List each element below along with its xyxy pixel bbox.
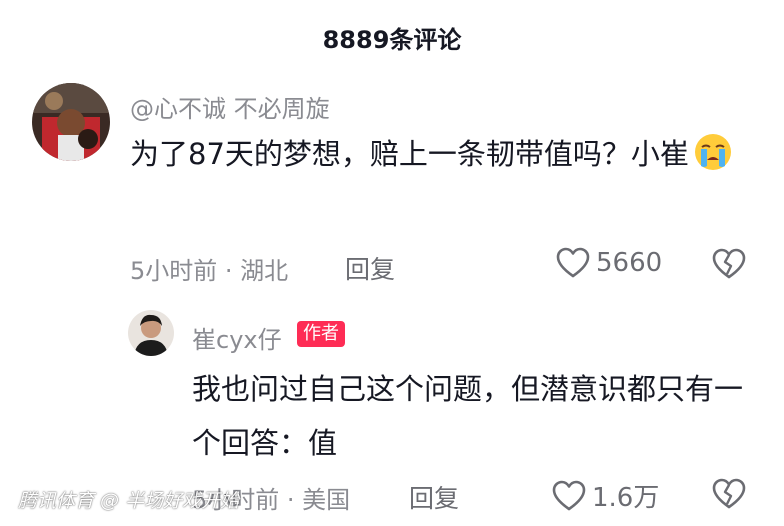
watermark: 腾讯体育 @ 半场好戏开始 (18, 490, 240, 512)
reply-username[interactable]: 崔cyx仔 (192, 320, 282, 355)
avatar-image (32, 83, 110, 161)
author-avatar-image (128, 310, 174, 356)
comment-body: 为了87天的梦想，赔上一条韧带值吗？小崔 (130, 137, 689, 171)
like-count: 5660 (596, 248, 663, 278)
comment-username[interactable]: @心不诚 不必周旋 (130, 89, 330, 124)
comment-meta: 5小时前 · 湖北 (130, 257, 289, 285)
reply-dislike-broken-heart-icon[interactable] (712, 478, 746, 510)
heart-icon (552, 480, 586, 512)
crying-face-emoji-icon (693, 132, 733, 172)
dislike-broken-heart-icon[interactable] (712, 248, 746, 280)
reply-text: 我也问过自己这个问题，但潜意识都只有一个回答：值 (192, 372, 744, 460)
like-button[interactable]: 5660 (556, 247, 662, 279)
heart-icon (556, 247, 590, 279)
author-badge: 作者 (297, 321, 345, 347)
comments-count-title: 8889条评论 (322, 26, 462, 54)
avatar[interactable] (32, 83, 110, 161)
reply-like-button[interactable]: 1.6万 (552, 477, 659, 514)
author-avatar[interactable] (128, 310, 174, 356)
comment-text: 为了87天的梦想，赔上一条韧带值吗？小崔 (130, 127, 750, 181)
reply-reply-button[interactable]: 回复 (409, 479, 459, 515)
reply-like-count: 1.6万 (592, 483, 660, 513)
reply-button[interactable]: 回复 (345, 250, 395, 286)
